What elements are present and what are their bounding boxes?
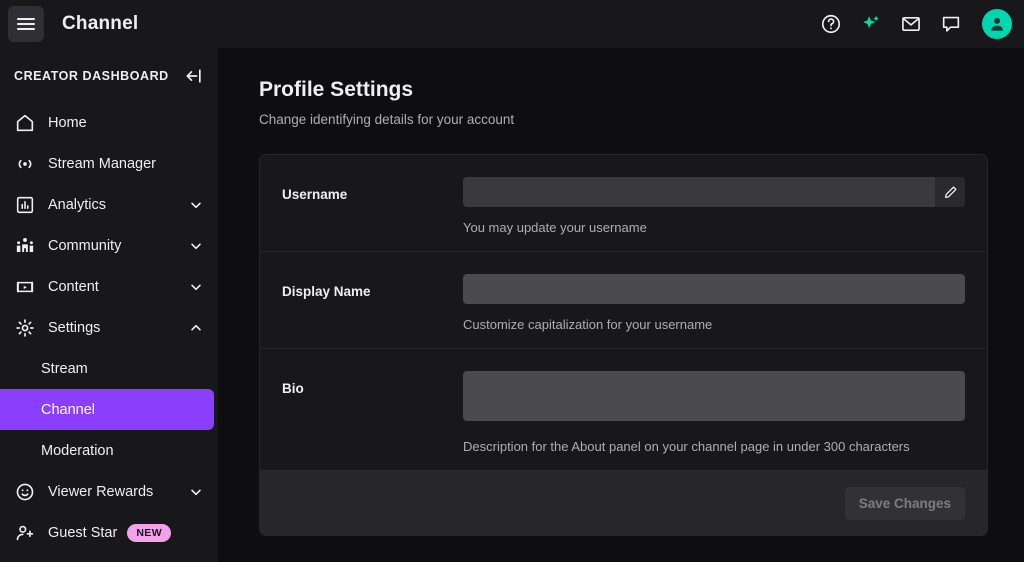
home-icon (14, 112, 36, 134)
chevron-down-icon[interactable] (188, 279, 204, 295)
sidebar: CREATOR DASHBOARD Home Stream Manager An… (0, 48, 219, 562)
save-changes-button[interactable]: Save Changes (844, 486, 965, 520)
sidebar-item-home[interactable]: Home (0, 102, 218, 143)
broadcast-icon (14, 153, 36, 175)
sidebar-label-channel: Channel (41, 401, 96, 418)
sidebar-item-settings[interactable]: Settings (0, 307, 218, 348)
edit-username-button[interactable] (935, 177, 965, 207)
page-subtitle: Change identifying details for your acco… (259, 112, 515, 127)
hamburger-icon[interactable] (8, 6, 44, 42)
card-footer: Save Changes (260, 471, 987, 535)
sidebar-label-stream: Stream (41, 360, 88, 377)
page-title: Profile Settings (259, 78, 414, 101)
sidebar-header: CREATOR DASHBOARD (0, 60, 218, 92)
chevron-down-icon[interactable] (188, 484, 204, 500)
sidebar-item-channel[interactable]: Channel (0, 389, 214, 430)
bar-chart-icon (14, 194, 36, 216)
label-username: Username (282, 187, 348, 202)
page-title-topbar: Channel (62, 13, 139, 34)
chevron-up-icon[interactable] (188, 320, 204, 336)
user-avatar[interactable] (982, 9, 1012, 39)
display-name-input[interactable] (463, 274, 965, 304)
smiley-icon (14, 481, 36, 503)
topbar-actions (820, 9, 1012, 39)
sidebar-label-content: Content (48, 278, 99, 295)
content-icon (14, 276, 36, 298)
sidebar-item-content[interactable]: Content (0, 266, 218, 307)
profile-settings-card: Username You may update your username Di… (259, 154, 988, 536)
chevron-down-icon[interactable] (188, 197, 204, 213)
sparkle-icon[interactable] (860, 13, 882, 35)
hint-username: You may update your username (463, 220, 647, 235)
hint-bio: Description for the About panel on your … (463, 439, 910, 454)
sidebar-item-analytics[interactable]: Analytics (0, 184, 218, 225)
community-icon (14, 235, 36, 257)
top-bar: Channel (0, 0, 1024, 48)
sidebar-item-moderation[interactable]: Moderation (0, 430, 214, 471)
form-row-display-name: Display Name Customize capitalization fo… (260, 252, 987, 349)
help-icon[interactable] (820, 13, 842, 35)
sidebar-item-guest-star[interactable]: Guest Star NEW (0, 512, 218, 553)
person-add-icon (14, 522, 36, 544)
main-content: Profile Settings Change identifying deta… (219, 48, 1024, 562)
sidebar-label-viewer-rewards: Viewer Rewards (48, 483, 154, 500)
sidebar-label-settings: Settings (48, 319, 101, 336)
hint-display-name: Customize capitalization for your userna… (463, 317, 713, 332)
sidebar-label-analytics: Analytics (48, 196, 107, 213)
sidebar-label-community: Community (48, 237, 122, 254)
sidebar-heading: CREATOR DASHBOARD (14, 69, 169, 83)
bio-textarea[interactable] (463, 371, 965, 421)
collapse-left-icon[interactable] (184, 66, 204, 86)
label-bio: Bio (282, 381, 304, 396)
sidebar-label-home: Home (48, 114, 87, 131)
chat-icon[interactable] (940, 13, 962, 35)
sidebar-item-viewer-rewards[interactable]: Viewer Rewards (0, 471, 218, 512)
gear-icon (14, 317, 36, 339)
sidebar-item-community[interactable]: Community (0, 225, 218, 266)
form-row-bio: Bio Description for the About panel on y… (260, 349, 987, 471)
status-badge-new: NEW (127, 523, 172, 542)
chevron-down-icon[interactable] (188, 238, 204, 254)
sidebar-label-guest-star: Guest Star (48, 524, 118, 541)
username-input[interactable] (463, 177, 935, 207)
inbox-icon[interactable] (900, 13, 922, 35)
sidebar-item-stream-manager[interactable]: Stream Manager (0, 143, 218, 184)
sidebar-item-stream[interactable]: Stream (0, 348, 214, 389)
label-display-name: Display Name (282, 284, 371, 299)
sidebar-label-stream-manager: Stream Manager (48, 155, 156, 172)
form-row-username: Username You may update your username (260, 155, 987, 252)
sidebar-nav: Home Stream Manager Analytics Community … (0, 102, 218, 553)
sidebar-label-moderation: Moderation (41, 442, 114, 459)
